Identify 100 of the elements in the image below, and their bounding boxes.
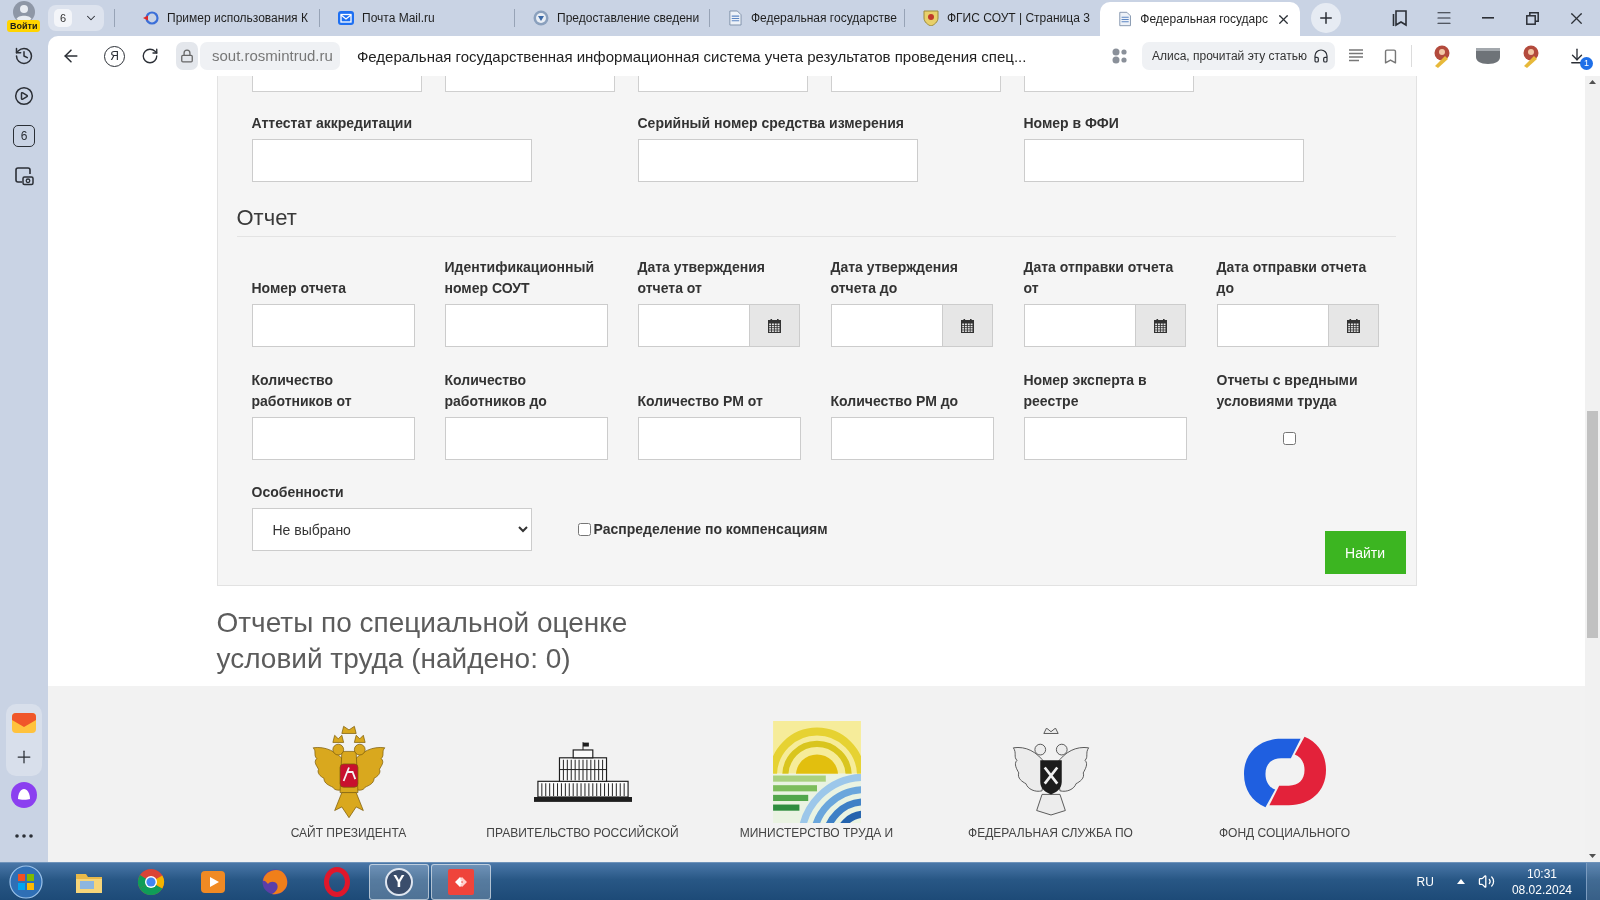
field-label: Аттестат аккредитации [251,114,412,133]
field-label: Количество работников до [444,371,548,411]
footer-link[interactable]: ФОНД СОЦИАЛЬНОГО [1219,826,1350,840]
input-field[interactable] [637,139,918,182]
browser-tab[interactable]: Федеральная государстве [710,0,905,36]
refresh-circle-icon [143,10,159,26]
section-title: Отчет [236,205,297,231]
checkbox[interactable] [1282,432,1296,445]
tab-counter-button[interactable]: 6 [13,125,35,147]
footer-link[interactable]: ПРАВИТЕЛЬСТВО РОССИЙСКОЙ [486,826,679,840]
input-field[interactable] [251,139,532,182]
input-field[interactable] [637,76,808,92]
caret-down-icon [1589,854,1596,858]
sign-in-badge[interactable]: Войти [7,20,41,32]
address-field[interactable]: sout.rosmintrud.ru [200,42,340,70]
text-lines-icon [1348,49,1364,63]
input-field[interactable] [251,417,415,460]
chrome-style-icon [136,866,166,897]
input-field[interactable] [1023,417,1187,460]
browser-tab[interactable]: Предоставление сведени [515,0,710,36]
field-label: Номер отчета [251,279,346,298]
calendar-icon [960,318,974,333]
crest-icon [923,10,939,26]
lock-icon [180,49,194,63]
scrollbar[interactable] [1585,76,1600,862]
language-indicator[interactable]: RU [1416,874,1434,889]
new-tab-button[interactable] [1311,3,1341,33]
input-field[interactable] [830,417,994,460]
browser-tab[interactable]: ФГИС СОУТ | Страница 3 [905,0,1100,36]
browser-tab[interactable]: Федеральная государс [1100,2,1300,36]
checkbox-label[interactable]: Распределение по компенсациям [593,521,828,537]
footer-link[interactable]: ФЕДЕРАЛЬНАЯ СЛУЖБА ПО [968,826,1133,840]
input-field[interactable] [251,304,415,347]
stacked-bookmarks-icon [1392,9,1408,27]
field-label: Дата отправки отчета до [1216,258,1368,298]
tab-counter-button[interactable]: 6 [48,5,104,31]
calendar-icon [767,318,781,333]
input-field[interactable] [637,417,801,460]
checkbox[interactable] [577,522,591,536]
document-icon [1118,11,1133,27]
government-building-logo[interactable] [533,741,632,803]
clock-time[interactable]: 10:31 [1526,866,1557,881]
windows-orb-icon [9,864,43,899]
tray-icon [1476,48,1500,64]
taskbar-app-button[interactable]: Y [369,863,429,900]
calendar-icon [1153,318,1167,333]
field-label: Серийный номер средства измерения [637,114,904,133]
field-label: Идентификационный номер СОУТ [444,258,596,298]
page-title: Федеральная государственная информационная система учета результатов проведения спец... [356,47,1027,65]
calendar-button[interactable] [1327,304,1379,347]
taskbar-app-button[interactable] [431,863,491,900]
field-label: Номер эксперта в реестре [1023,371,1148,411]
dots-grid-icon [1112,48,1128,64]
browser-tab[interactable]: Пример использования К [125,0,320,36]
field-label: Дата утверждения отчета от [637,258,766,298]
headphones-icon [1313,48,1329,64]
assistant-circle-icon [11,782,37,808]
minimize-icon [1482,17,1494,19]
diamond-tile-icon [446,866,476,897]
show-desktop-button[interactable] [1586,862,1600,900]
calendar-button[interactable] [941,304,993,347]
downloads-button[interactable]: 1 [1561,40,1593,72]
results-heading: Отчеты по специальной оценке условий труда (найдено: 0) [216,606,629,676]
site-info-button[interactable] [176,42,198,70]
assistant-button[interactable] [8,779,40,811]
input-field[interactable] [444,417,608,460]
input-field[interactable] [1023,139,1304,182]
input-field[interactable] [444,304,608,347]
features-select[interactable]: Не выбрано [251,508,532,551]
plus-icon [1317,9,1335,27]
ellipsis-icon [15,834,33,838]
calendar-icon [1346,318,1360,333]
date-input-field[interactable] [830,304,942,347]
scrollbar-thumb[interactable] [1587,411,1598,638]
speaker-icon [1478,873,1496,890]
input-field[interactable] [251,76,422,92]
calendar-button[interactable] [1134,304,1186,347]
envelope-icon [12,713,36,733]
input-field[interactable] [830,76,1001,92]
caret-up-icon [1589,80,1596,84]
browser-tab[interactable]: Почта Mail.ru [320,0,515,36]
input-field[interactable] [444,76,615,92]
clock-date[interactable]: 08.02.2024 [1511,882,1572,897]
caret-up-icon [1456,879,1465,884]
field-label: Особенности [251,483,344,502]
field-label: Количество РМ от [637,392,763,411]
read-aloud-button[interactable]: Алиса, прочитай эту статью [1142,42,1335,70]
date-input-field[interactable] [637,304,749,347]
document-icon [728,10,743,26]
ring-icon [322,866,352,897]
field-label: Отчеты с вредными условиями труда [1216,371,1359,411]
footer-link[interactable]: САЙТ ПРЕЗИДЕНТА [290,826,407,840]
input-field[interactable] [1023,76,1194,92]
date-input-field[interactable] [1023,304,1135,347]
reload-icon [141,47,159,65]
date-input-field[interactable] [1216,304,1328,347]
footer-link[interactable]: МИНИСТЕРСТВО ТРУДА И [739,826,894,840]
field-label: Количество РМ до [830,392,959,411]
downloads-count-badge: 1 [1580,57,1593,70]
calendar-button[interactable] [748,304,800,347]
